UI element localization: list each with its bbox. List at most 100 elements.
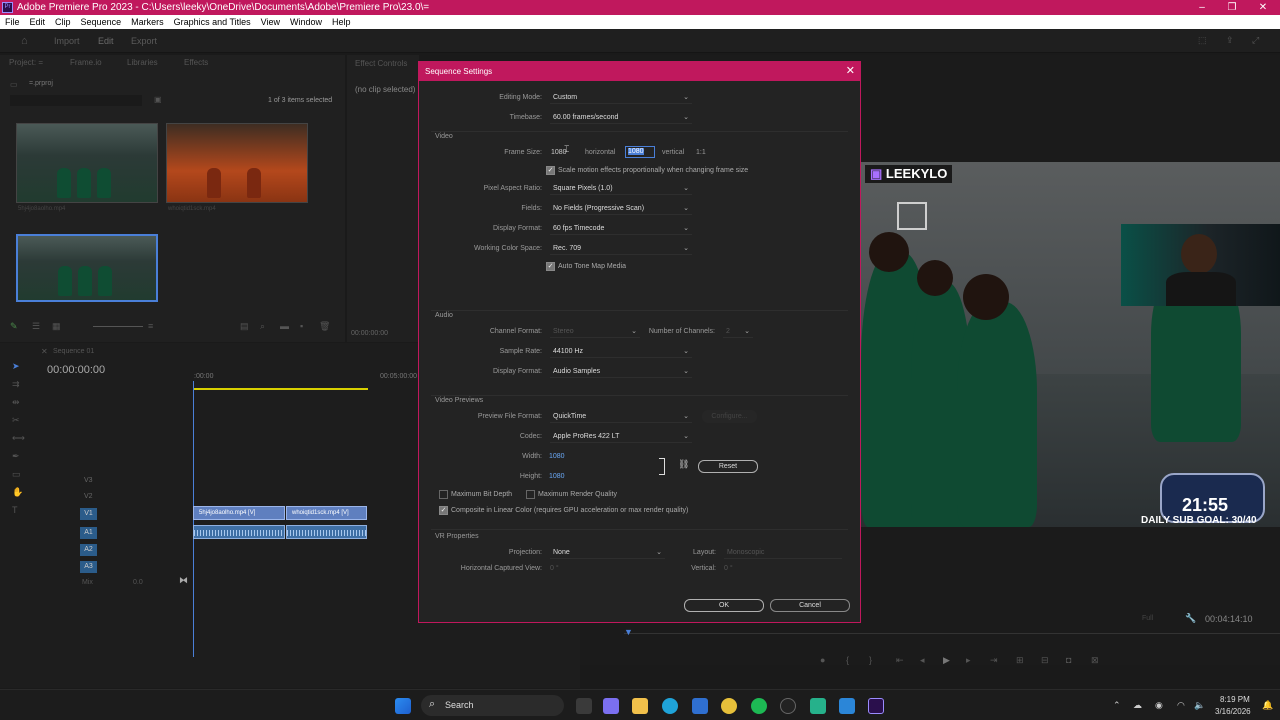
menu-clip[interactable]: Clip bbox=[50, 17, 76, 27]
insert-icon[interactable]: ⊞ bbox=[1016, 655, 1024, 666]
composite-linear-checkbox[interactable]: ✓ bbox=[439, 506, 448, 515]
slip-icon[interactable]: ⟷ bbox=[12, 433, 25, 444]
find-icon[interactable]: ⌕ bbox=[260, 321, 265, 332]
copilot-icon[interactable] bbox=[603, 698, 619, 714]
fit-dropdown[interactable]: Full bbox=[1142, 615, 1153, 622]
out-point-icon[interactable]: } bbox=[869, 655, 872, 665]
go-to-out-icon[interactable]: ⇥ bbox=[990, 655, 998, 666]
h-captured-value[interactable]: 0 ° bbox=[550, 565, 559, 572]
taskbar-date[interactable]: 3/16/2026 bbox=[1215, 707, 1251, 716]
selection-tool-icon[interactable]: ➤ bbox=[12, 361, 20, 372]
step-forward-icon[interactable]: ▸ bbox=[966, 655, 971, 666]
menu-markers[interactable]: Markers bbox=[126, 17, 169, 27]
tab-libraries[interactable]: Libraries bbox=[127, 58, 158, 67]
new-bin-bottom-icon[interactable]: ▬ bbox=[280, 321, 289, 331]
menu-edit[interactable]: Edit bbox=[25, 17, 51, 27]
timebase-select[interactable]: 60.00 frames/second ⌄ bbox=[550, 112, 692, 124]
max-bit-depth-checkbox[interactable] bbox=[439, 490, 448, 499]
sort-icon[interactable]: ≡ bbox=[148, 321, 153, 331]
maximize-icon[interactable]: ❐ bbox=[1217, 0, 1247, 15]
num-channels-select[interactable]: 2 ⌄ bbox=[723, 326, 753, 338]
marker-icon[interactable]: ● bbox=[820, 655, 825, 665]
premiere-taskbar-icon[interactable] bbox=[868, 698, 884, 714]
quick-export-icon[interactable]: ⬚ bbox=[1198, 35, 1207, 46]
tab-effects[interactable]: Effects bbox=[184, 58, 208, 67]
ripple-edit-icon[interactable]: ⇹ bbox=[12, 397, 20, 408]
projection-select[interactable]: None ⌄ bbox=[550, 547, 665, 559]
task-view-icon[interactable] bbox=[576, 698, 592, 714]
tab-frameio[interactable]: Frame.io bbox=[70, 58, 102, 67]
width-value[interactable]: 1080 bbox=[549, 453, 565, 460]
menu-sequence[interactable]: Sequence bbox=[76, 17, 127, 27]
channel-format-select[interactable]: Stereo ⌄ bbox=[550, 326, 640, 338]
fields-select[interactable]: No Fields (Progressive Scan) ⌄ bbox=[550, 203, 692, 215]
project-item-clip-1[interactable] bbox=[16, 123, 158, 203]
video-clip-1[interactable]: 5hj4jo8aolho.mp4 [V] bbox=[193, 506, 285, 520]
program-scrubber[interactable] bbox=[624, 633, 1280, 634]
sample-rate-select[interactable]: 44100 Hz ⌄ bbox=[550, 346, 692, 358]
notification-icon[interactable]: 🔔 bbox=[1262, 700, 1273, 711]
tray-chevron-icon[interactable]: ⌃ bbox=[1113, 700, 1121, 711]
pencil-icon[interactable]: ✎ bbox=[10, 321, 18, 332]
play-icon[interactable]: ▶ bbox=[943, 655, 950, 666]
spotify-icon[interactable] bbox=[751, 698, 767, 714]
ok-button[interactable]: OK bbox=[684, 599, 764, 612]
in-point-icon[interactable]: { bbox=[846, 655, 849, 665]
cloud-icon[interactable]: ☁ bbox=[1133, 700, 1142, 711]
type-icon[interactable]: T bbox=[12, 505, 18, 515]
new-item-icon[interactable]: ▪ bbox=[300, 321, 303, 331]
rectangle-icon[interactable]: ▭ bbox=[12, 469, 21, 480]
color-space-select[interactable]: Rec. 709 ⌄ bbox=[550, 243, 692, 255]
reset-button[interactable]: Reset bbox=[698, 460, 758, 473]
overwrite-icon[interactable]: ⊟ bbox=[1041, 655, 1049, 666]
step-back-icon[interactable]: ◂ bbox=[920, 655, 925, 666]
menu-window[interactable]: Window bbox=[285, 17, 327, 27]
tab-edit[interactable]: Edit bbox=[98, 36, 114, 46]
track-a1-label[interactable]: A1 bbox=[80, 527, 97, 539]
taskbar-time[interactable]: 8:19 PM bbox=[1220, 695, 1250, 704]
tab-import[interactable]: Import bbox=[54, 36, 80, 46]
tab-effect-controls[interactable]: Effect Controls bbox=[355, 59, 407, 68]
track-a2-label[interactable]: A2 bbox=[80, 544, 97, 556]
max-render-checkbox[interactable] bbox=[526, 490, 535, 499]
track-v1-label[interactable]: V1 bbox=[80, 508, 97, 520]
go-to-in-icon[interactable]: ⇤ bbox=[896, 655, 904, 666]
app-icon-1[interactable] bbox=[780, 698, 796, 714]
program-playhead-icon[interactable]: ▼ bbox=[624, 627, 633, 637]
volume-icon[interactable]: 🔈 bbox=[1194, 700, 1205, 711]
hand-icon[interactable]: ✋ bbox=[12, 487, 23, 498]
project-search-input[interactable] bbox=[10, 95, 142, 106]
vertical-captured-value[interactable]: 0 ° bbox=[724, 565, 733, 572]
share-icon[interactable]: ⇪ bbox=[1226, 35, 1234, 46]
icon-view-icon[interactable]: ▦ bbox=[52, 321, 61, 332]
wifi-icon[interactable]: ◠ bbox=[1177, 700, 1185, 711]
codec-select[interactable]: Apple ProRes 422 LT ⌄ bbox=[550, 431, 692, 443]
layout-select[interactable]: Monoscopic bbox=[724, 547, 842, 559]
razor-icon[interactable]: ✂ bbox=[12, 415, 20, 426]
fullscreen-icon[interactable]: ⤢ bbox=[1252, 35, 1259, 46]
zoom-slider[interactable] bbox=[93, 326, 143, 327]
home-icon[interactable]: ⌂ bbox=[21, 35, 28, 47]
audio-clip-2[interactable] bbox=[286, 525, 367, 539]
audio-display-select[interactable]: Audio Samples ⌄ bbox=[550, 366, 692, 378]
configure-button[interactable]: Configure... bbox=[702, 410, 757, 423]
audio-clip-1[interactable] bbox=[193, 525, 285, 539]
close-tab-icon[interactable]: ✕ bbox=[41, 347, 48, 356]
store-icon[interactable] bbox=[692, 698, 708, 714]
close-icon[interactable]: ✕ bbox=[1248, 0, 1278, 15]
export-frame-icon[interactable]: ◘ bbox=[1066, 655, 1071, 665]
chrome-icon[interactable] bbox=[721, 698, 737, 714]
tab-project[interactable]: Project: = bbox=[9, 58, 43, 67]
minimize-icon[interactable]: – bbox=[1187, 0, 1217, 15]
button-editor-icon[interactable]: ⊠ bbox=[1091, 655, 1099, 666]
new-bin-icon[interactable]: ▣ bbox=[154, 95, 162, 104]
file-explorer-icon[interactable] bbox=[632, 698, 648, 714]
dialog-close-icon[interactable]: ✕ bbox=[846, 62, 855, 81]
track-a3-label[interactable]: A3 bbox=[80, 561, 97, 573]
display-format-select[interactable]: 60 fps Timecode ⌄ bbox=[550, 223, 692, 235]
preview-format-select[interactable]: QuickTime ⌄ bbox=[550, 411, 692, 423]
wrench-icon[interactable]: 🔧 bbox=[1185, 613, 1196, 624]
menu-help[interactable]: Help bbox=[327, 17, 356, 27]
project-item-clip-2[interactable] bbox=[166, 123, 308, 203]
tab-export[interactable]: Export bbox=[131, 36, 157, 46]
